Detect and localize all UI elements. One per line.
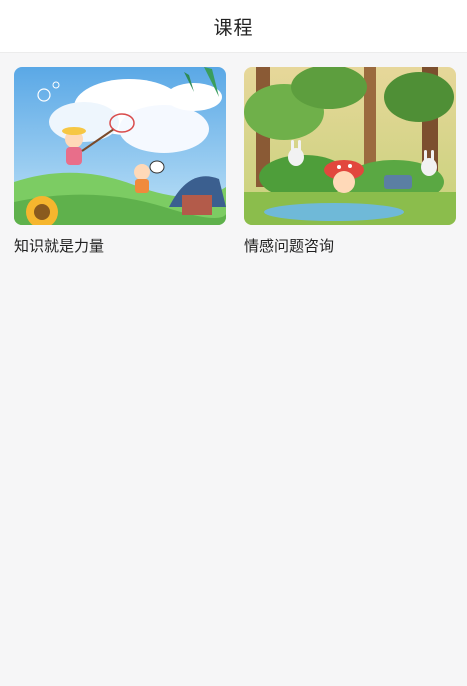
page-title: 课程	[213, 16, 254, 39]
course-title[interactable]: 知识就是力量	[14, 235, 226, 256]
course-title[interactable]: 情感问题咨询	[244, 235, 456, 256]
course-card[interactable]: 情感问题咨询	[244, 67, 456, 256]
course-thumbnail[interactable]	[14, 67, 226, 225]
course-thumbnail[interactable]	[244, 67, 456, 225]
header-bar: 课程	[0, 0, 467, 53]
course-card[interactable]: 知识就是力量	[14, 67, 226, 256]
